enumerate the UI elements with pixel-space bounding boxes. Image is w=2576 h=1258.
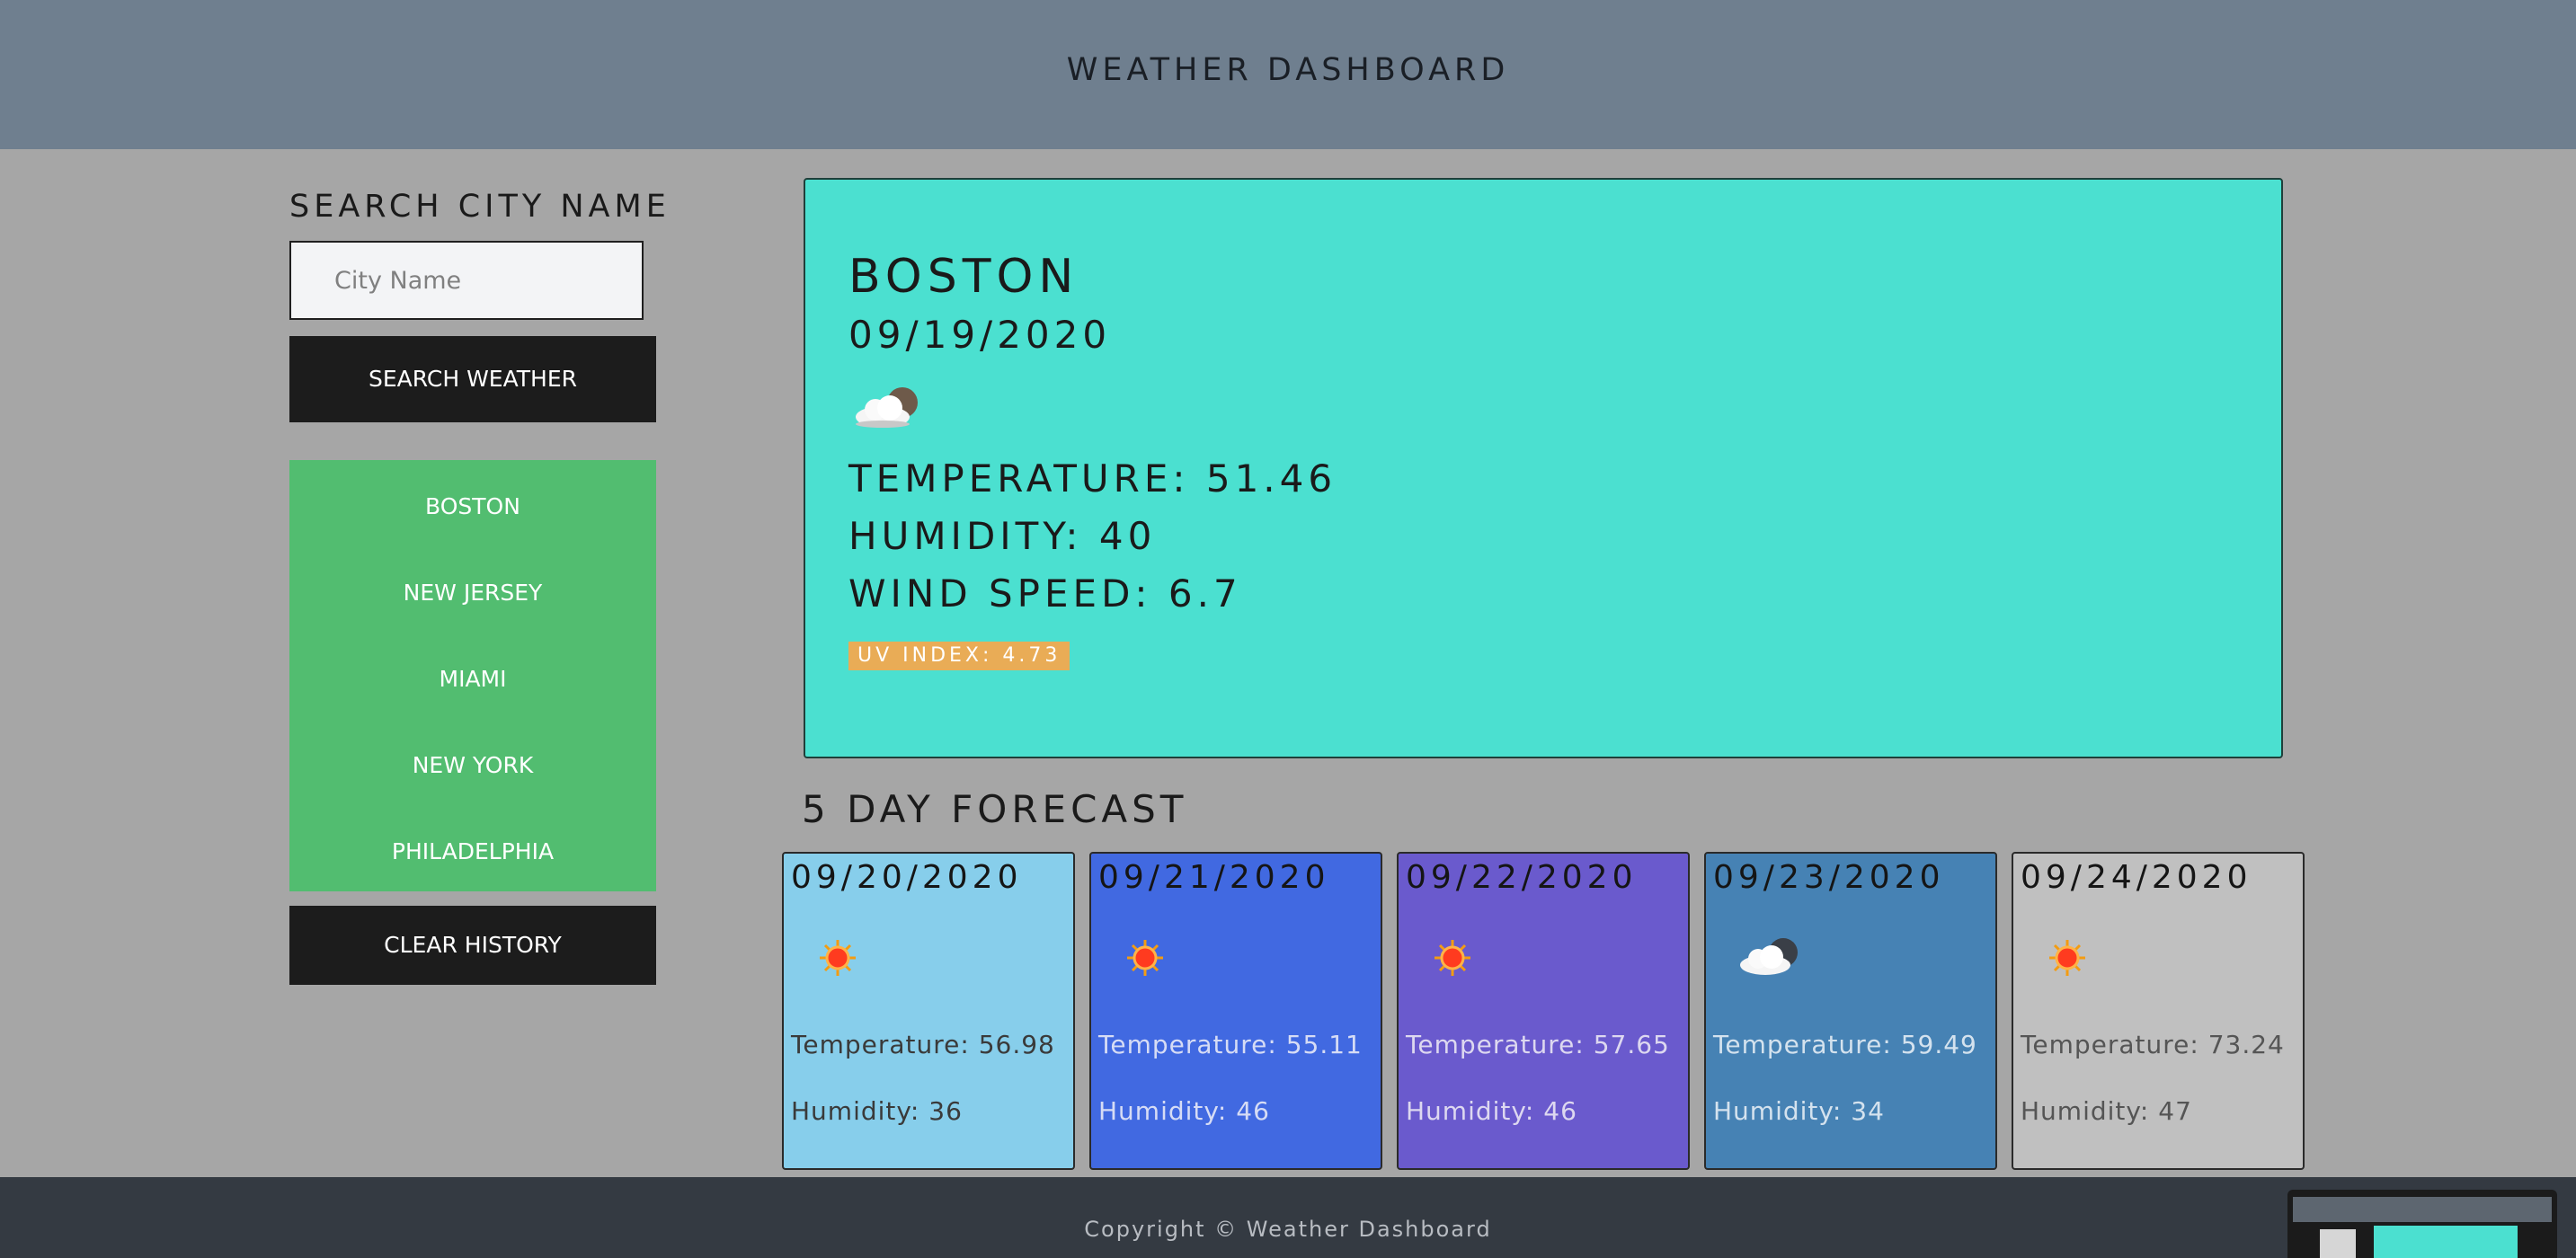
current-date: 09/19/2020 bbox=[848, 313, 1112, 357]
forecast-humidity: Humidity: 36 bbox=[791, 1096, 963, 1126]
forecast-card: 09/23/2020 Temperature: 59.49 Humidity: … bbox=[1704, 852, 1997, 1170]
sun-icon bbox=[1435, 940, 1470, 976]
forecast-temperature: Temperature: 57.65 bbox=[1406, 1030, 1670, 1059]
sun-icon bbox=[1127, 940, 1163, 976]
forecast-title: 5 DAY FORECAST bbox=[802, 787, 1188, 831]
forecast-humidity: Humidity: 34 bbox=[1713, 1096, 1885, 1126]
search-label: SEARCH CITY NAME bbox=[289, 189, 671, 225]
uv-index-badge: UV INDEX: 4.73 bbox=[848, 642, 1070, 670]
search-weather-button[interactable]: SEARCH WEATHER bbox=[289, 336, 656, 422]
forecast-date: 09/20/2020 bbox=[791, 859, 1023, 896]
forecast-humidity: Humidity: 47 bbox=[2021, 1096, 2192, 1126]
current-city: BOSTON bbox=[848, 250, 1079, 304]
history-item-new-jersey[interactable]: NEW JERSEY bbox=[289, 566, 656, 620]
sun-icon bbox=[2049, 940, 2085, 976]
page-footer: Copyright © Weather Dashboard bbox=[0, 1177, 2576, 1258]
forecast-temperature: Temperature: 73.24 bbox=[2021, 1030, 2285, 1059]
forecast-card: 09/20/2020 Temperature: 56.98 Humidity: … bbox=[782, 852, 1075, 1170]
history-item-philadelphia[interactable]: PHILADELPHIA bbox=[289, 825, 656, 879]
forecast-card: 09/22/2020 Temperature: 57.65 Humidity: … bbox=[1397, 852, 1690, 1170]
forecast-humidity: Humidity: 46 bbox=[1098, 1096, 1270, 1126]
thumbnail-header bbox=[2293, 1197, 2552, 1222]
current-wind-speed: WIND SPEED: 6.7 bbox=[848, 571, 1242, 616]
clear-history-button[interactable]: CLEAR HISTORY bbox=[289, 906, 656, 985]
partly-cloudy-icon bbox=[856, 387, 918, 428]
history-item-miami[interactable]: MIAMI bbox=[289, 652, 656, 706]
forecast-date: 09/21/2020 bbox=[1098, 859, 1330, 896]
forecast-card: 09/24/2020 Temperature: 73.24 Humidity: … bbox=[2012, 852, 2305, 1170]
current-temperature: TEMPERATURE: 51.46 bbox=[848, 456, 1337, 501]
current-weather-card: BOSTON 09/19/2020 TEMPERATURE: 51.46 HUM… bbox=[804, 178, 2283, 758]
partly-cloudy-icon bbox=[1740, 938, 1798, 975]
history-item-boston[interactable]: BOSTON bbox=[289, 480, 656, 534]
page-title: WEATHER DASHBOARD bbox=[1066, 52, 1510, 88]
forecast-temperature: Temperature: 59.49 bbox=[1713, 1030, 1977, 1059]
search-history-list: BOSTON NEW JERSEY MIAMI NEW YORK PHILADE… bbox=[289, 460, 656, 891]
sun-icon bbox=[820, 940, 856, 976]
city-name-input[interactable] bbox=[289, 241, 644, 320]
forecast-temperature: Temperature: 55.11 bbox=[1098, 1030, 1363, 1059]
forecast-date: 09/22/2020 bbox=[1406, 859, 1638, 896]
screenshot-thumbnail[interactable] bbox=[2287, 1190, 2557, 1258]
current-humidity: HUMIDITY: 40 bbox=[848, 514, 1157, 558]
forecast-card: 09/21/2020 Temperature: 55.11 Humidity: … bbox=[1089, 852, 1382, 1170]
forecast-date: 09/23/2020 bbox=[1713, 859, 1945, 896]
forecast-date: 09/24/2020 bbox=[2021, 859, 2252, 896]
copyright-text: Copyright © Weather Dashboard bbox=[1084, 1217, 1492, 1242]
forecast-temperature: Temperature: 56.98 bbox=[791, 1030, 1055, 1059]
history-item-new-york[interactable]: NEW YORK bbox=[289, 739, 656, 793]
thumbnail-sidebar bbox=[2320, 1229, 2356, 1258]
thumbnail-main bbox=[2374, 1226, 2518, 1258]
forecast-humidity: Humidity: 46 bbox=[1406, 1096, 1577, 1126]
page-header: WEATHER DASHBOARD bbox=[0, 0, 2576, 149]
